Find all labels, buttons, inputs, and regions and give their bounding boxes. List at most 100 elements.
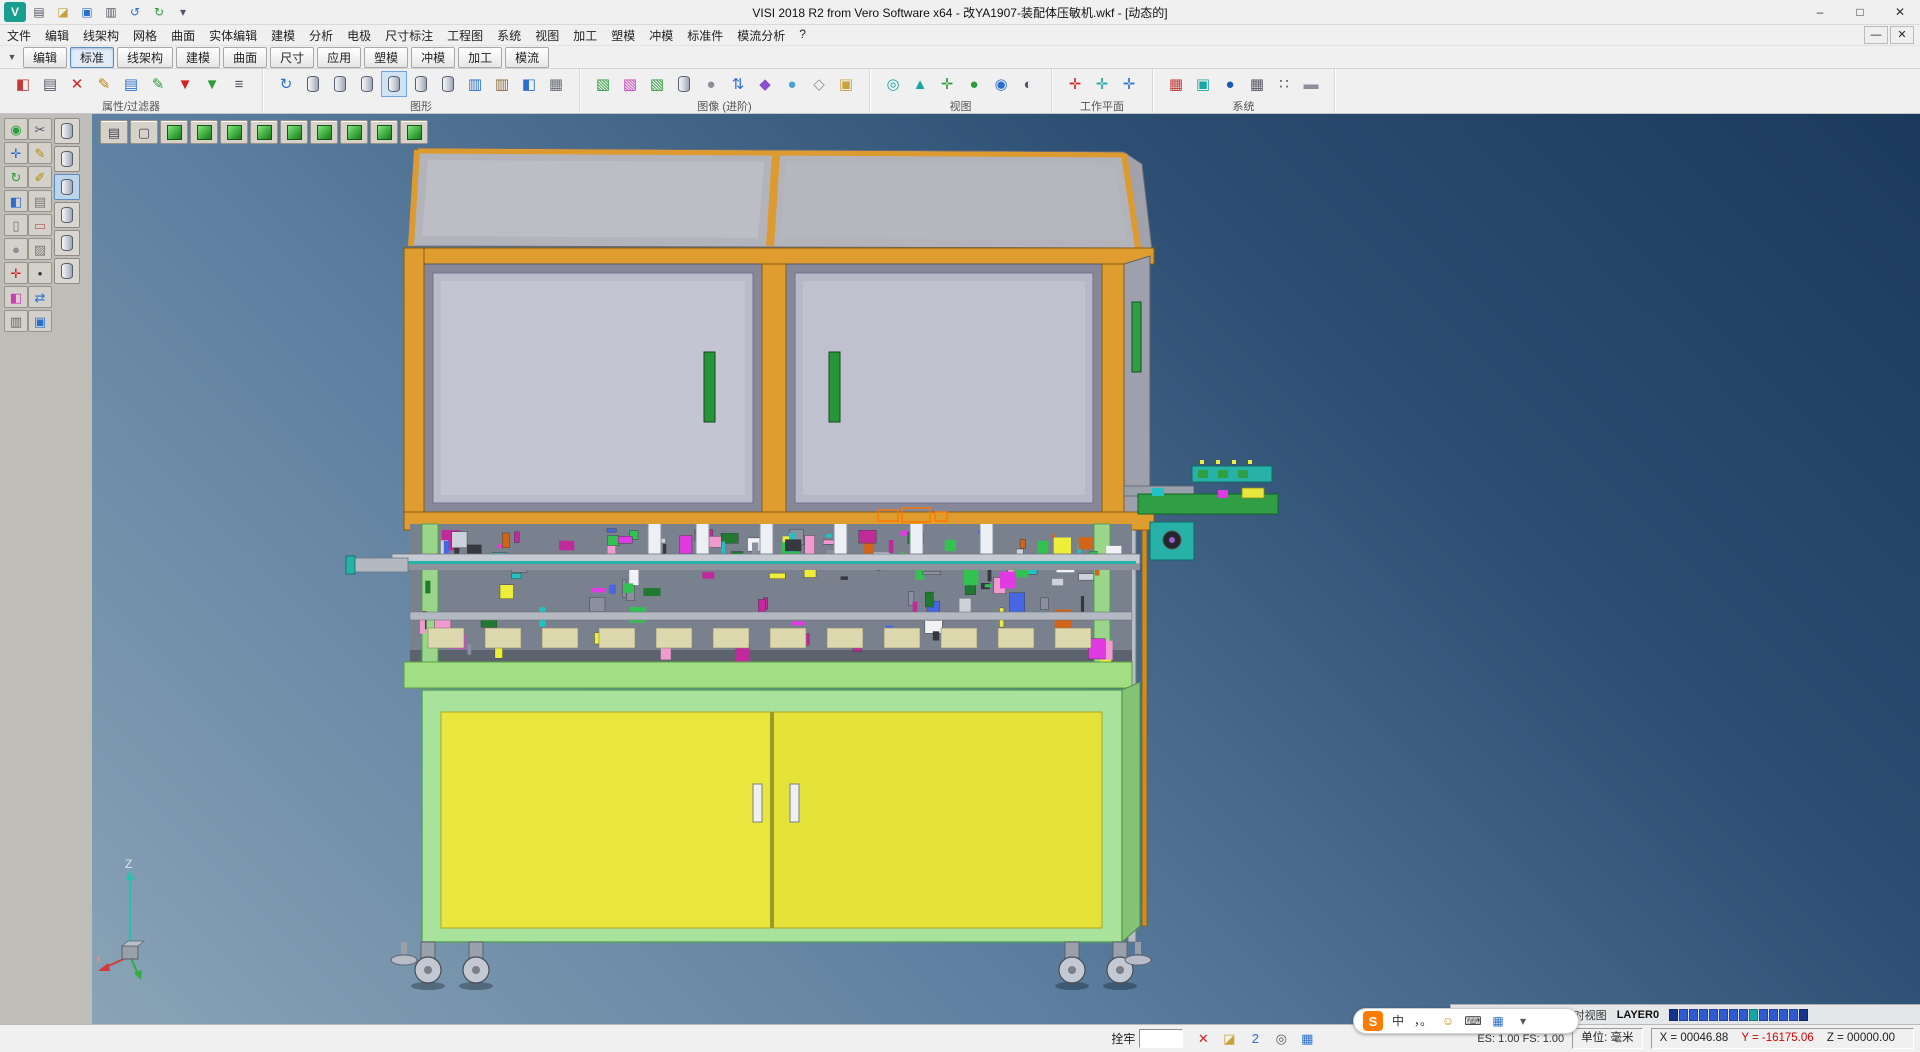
menu-item[interactable]: 实体编辑: [202, 26, 264, 45]
ime-keyboard-icon[interactable]: ⌨: [1463, 1011, 1483, 1031]
machine-upper-cage[interactable]: [404, 248, 1154, 530]
view-axes-icon[interactable]: ✛: [934, 71, 960, 97]
menu-item[interactable]: 系统: [490, 26, 528, 45]
cylinder-icon[interactable]: ▯: [4, 214, 28, 236]
display-mode-5-icon[interactable]: [54, 230, 80, 256]
eraser-icon[interactable]: ▭: [28, 214, 52, 236]
machine-model[interactable]: [92, 114, 1920, 1024]
tab-dimension[interactable]: 尺寸: [270, 47, 314, 68]
image-quality-icon[interactable]: ▧: [590, 71, 616, 97]
ime-mode-icon[interactable]: 中: [1388, 1011, 1408, 1031]
pencil-icon[interactable]: ✎: [28, 142, 52, 164]
layers2-icon[interactable]: ▥: [4, 310, 28, 332]
ime-more-icon[interactable]: ▾: [1513, 1011, 1533, 1031]
slab-icon[interactable]: ▬: [1298, 71, 1324, 97]
palette-icon[interactable]: ◧: [4, 286, 28, 308]
no-snap-icon[interactable]: ✕: [1191, 1028, 1215, 1050]
shaded-ball-icon[interactable]: ●: [698, 71, 724, 97]
tab-standard[interactable]: 标准: [70, 47, 114, 68]
display-mode-2-icon[interactable]: [54, 146, 80, 172]
view-shade-icon[interactable]: ▲: [907, 71, 933, 97]
pen-icon[interactable]: ✐: [28, 166, 52, 188]
textured-cylinder-icon[interactable]: [671, 71, 697, 97]
menu-item[interactable]: 加工: [566, 26, 604, 45]
plane-icon[interactable]: ◇: [806, 71, 832, 97]
grid-mini-icon[interactable]: ▦: [1295, 1028, 1319, 1050]
attr-color-icon[interactable]: ◧: [10, 71, 36, 97]
layer-pencil-icon[interactable]: ✎: [145, 71, 171, 97]
app-logo-icon[interactable]: V: [4, 2, 26, 22]
scissors-icon[interactable]: ✂: [28, 118, 52, 140]
print-icon[interactable]: ▥: [100, 2, 122, 22]
cylinder-wire-icon[interactable]: [300, 71, 326, 97]
tab-surface[interactable]: 曲面: [223, 47, 267, 68]
view-iso-icon[interactable]: [160, 120, 188, 144]
zoom-select-icon[interactable]: ◉: [4, 118, 28, 140]
undo-icon[interactable]: ↺: [124, 2, 146, 22]
qat-dropdown-icon[interactable]: ▾: [172, 2, 194, 22]
color-table-icon[interactable]: ▦: [1163, 71, 1189, 97]
cube-icon[interactable]: ◧: [4, 190, 28, 212]
redo-icon[interactable]: ↻: [148, 2, 170, 22]
cylinder-flat-icon[interactable]: [435, 71, 461, 97]
image-green-icon[interactable]: ▧: [644, 71, 670, 97]
menu-item[interactable]: 视图: [528, 26, 566, 45]
menu-item[interactable]: 文件: [0, 26, 38, 45]
ime-emoji-icon[interactable]: ☺: [1438, 1011, 1458, 1031]
sogou-logo-icon[interactable]: S: [1363, 1011, 1383, 1031]
view-right-icon[interactable]: [250, 120, 278, 144]
box-list-icon[interactable]: ◧: [516, 71, 542, 97]
tab-edit[interactable]: 编辑: [23, 47, 67, 68]
refresh-icon[interactable]: ↻: [273, 71, 299, 97]
machine-mechanism[interactable]: [346, 508, 1140, 666]
menu-item[interactable]: 编辑: [38, 26, 76, 45]
ime-punct-icon[interactable]: ，。: [1413, 1011, 1433, 1031]
hatch-icon[interactable]: ▨: [28, 238, 52, 260]
menu-item[interactable]: 网格: [126, 26, 164, 45]
doc-close-button[interactable]: ✕: [1890, 26, 1914, 44]
tab-modeling[interactable]: 建模: [176, 47, 220, 68]
tab-dropdown-icon[interactable]: ▼: [4, 49, 20, 65]
tab-die[interactable]: 冲模: [411, 47, 455, 68]
close-button[interactable]: ✕: [1880, 0, 1920, 25]
view-list-icon[interactable]: ▤: [100, 120, 128, 144]
tab-application[interactable]: 应用: [317, 47, 361, 68]
tab-mould[interactable]: 塑模: [364, 47, 408, 68]
menu-item[interactable]: 分析: [302, 26, 340, 45]
view-top-icon[interactable]: [220, 120, 248, 144]
workplane-xy-icon[interactable]: ✛: [1062, 71, 1088, 97]
view-bottom-icon[interactable]: [340, 120, 368, 144]
open-mini-icon[interactable]: ◪: [1217, 1028, 1241, 1050]
notebook2-icon[interactable]: ▥: [489, 71, 515, 97]
sphere-blue-icon[interactable]: ●: [779, 71, 805, 97]
viewport-3d[interactable]: ▤▢: [92, 114, 1920, 1024]
filter-down-red-icon[interactable]: ▼: [172, 71, 198, 97]
view-ball-icon[interactable]: ●: [961, 71, 987, 97]
save2-icon[interactable]: ▣: [28, 310, 52, 332]
move-icon[interactable]: ✛: [4, 142, 28, 164]
cylinder-dashed-icon[interactable]: [354, 71, 380, 97]
menu-item[interactable]: 塑模: [604, 26, 642, 45]
doc-minimize-button[interactable]: —: [1864, 26, 1888, 44]
display-mode-3-icon[interactable]: [54, 174, 80, 200]
tab-flow[interactable]: 模流: [505, 47, 549, 68]
layer-list-icon[interactable]: ▤: [118, 71, 144, 97]
menu-item[interactable]: 建模: [264, 26, 302, 45]
machine-roof[interactable]: [411, 148, 1152, 250]
point-icon[interactable]: •: [28, 262, 52, 284]
view-target-icon[interactable]: ◉: [988, 71, 1014, 97]
menu-item[interactable]: 模流分析: [730, 26, 792, 45]
menu-item[interactable]: 电极: [340, 26, 378, 45]
view-axon-icon[interactable]: [370, 120, 398, 144]
view-front-icon[interactable]: [190, 120, 218, 144]
rotate-icon[interactable]: ↻: [4, 166, 28, 188]
screen-icon[interactable]: ▣: [1190, 71, 1216, 97]
filter-down-green-icon[interactable]: ▼: [199, 71, 225, 97]
cylinder-hidden-icon[interactable]: [327, 71, 353, 97]
menu-item[interactable]: 冲模: [642, 26, 680, 45]
sphere-icon[interactable]: ●: [4, 238, 28, 260]
new-doc-icon[interactable]: ▤: [28, 2, 50, 22]
tab-machining[interactable]: 加工: [458, 47, 502, 68]
workplane-view-icon[interactable]: ✛: [1116, 71, 1142, 97]
view-zoom-icon[interactable]: ◎: [880, 71, 906, 97]
